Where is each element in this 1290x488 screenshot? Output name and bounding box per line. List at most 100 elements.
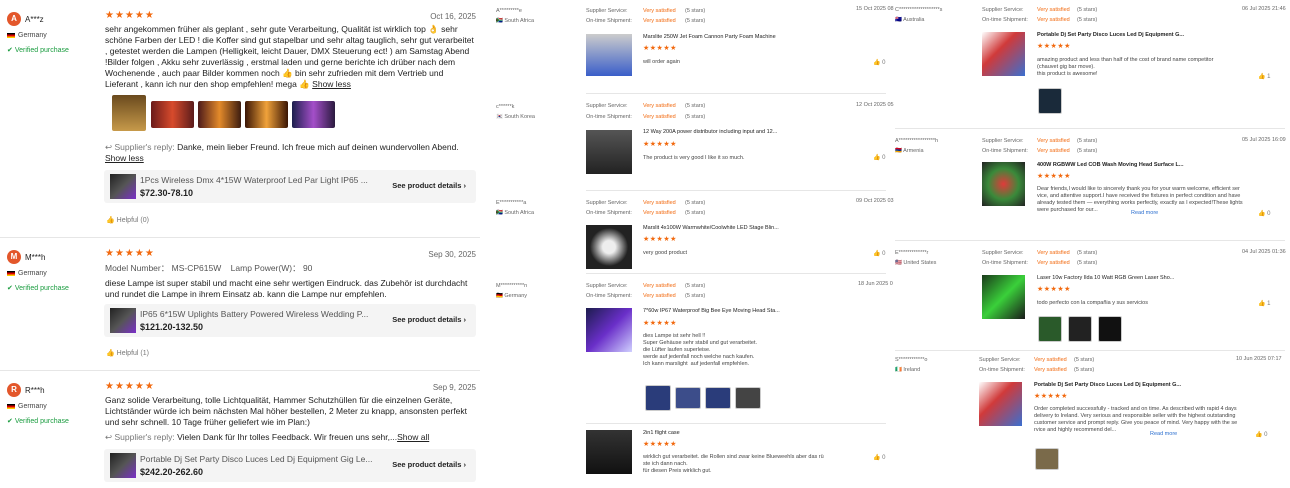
- review-photo[interactable]: [1068, 316, 1092, 342]
- on-time-shipment-label: On-time Shipment:: [586, 210, 632, 216]
- show-less-link[interactable]: Show less: [312, 79, 351, 89]
- review-photo[interactable]: [198, 101, 241, 128]
- helpful-button[interactable]: 👍 Helpful (0): [106, 216, 149, 224]
- review-text: The product is very good I like it so mu…: [643, 155, 745, 161]
- service-rating: Very satisfied: [643, 103, 676, 109]
- see-product-details-link[interactable]: See product details ›: [392, 460, 466, 469]
- rating-stars: ★★★★★: [643, 441, 677, 448]
- review-date: 04 Jul 2025 01:36: [1242, 249, 1286, 255]
- reviewer-country: 🇩🇪 Germany: [496, 293, 528, 299]
- service-rating: Very satisfied: [1034, 357, 1067, 363]
- product-title[interactable]: 2in1 flight case: [643, 430, 680, 436]
- review-text: Order completed successfully - tracked a…: [1034, 406, 1238, 433]
- verified-badge: ✔ Verified purchase: [7, 47, 69, 54]
- like-button[interactable]: 👍 0: [873, 154, 885, 161]
- product-title[interactable]: Portable Dj Set Party Disco Luces Led Dj…: [1034, 382, 1181, 388]
- review-photo[interactable]: [675, 387, 701, 409]
- reviewer-name: E***********a: [496, 200, 527, 206]
- product-image[interactable]: [982, 32, 1025, 76]
- review-text: todo perfecto con la compañia y sus serv…: [1037, 300, 1148, 306]
- product-image[interactable]: [586, 430, 632, 474]
- review-date: 05 Jul 2025 16:09: [1242, 137, 1286, 143]
- germany-flag-icon: [7, 404, 15, 409]
- on-time-shipment-label: On-time Shipment:: [586, 18, 632, 24]
- product-title: 1Pcs Wireless Dmx 4*15W Waterproof Led P…: [140, 175, 368, 185]
- review-photo[interactable]: [1038, 88, 1062, 114]
- product-title[interactable]: Portable Dj Set Party Disco Luces Led Dj…: [1037, 32, 1184, 38]
- review-photo[interactable]: [735, 387, 761, 409]
- read-more-link[interactable]: Read more: [1131, 210, 1158, 216]
- supplier-service-label: Supplier Service:: [586, 200, 628, 206]
- like-button[interactable]: 👍 1: [1258, 300, 1270, 307]
- product-title[interactable]: Marslite 250W Jet Foam Cannon Party Foam…: [643, 34, 776, 40]
- review-photo[interactable]: [1038, 316, 1062, 342]
- product-title[interactable]: 12 Way 200A power distributor including …: [643, 129, 777, 135]
- product-card[interactable]: IP65 6*15W Uplights Battery Powered Wire…: [104, 304, 476, 337]
- product-image[interactable]: [586, 130, 632, 174]
- see-product-details-link[interactable]: See product details ›: [392, 181, 466, 190]
- product-card[interactable]: 1Pcs Wireless Dmx 4*15W Waterproof Led P…: [104, 170, 476, 203]
- review-photo[interactable]: [1035, 448, 1059, 470]
- review-photo[interactable]: [292, 101, 335, 128]
- review-photo[interactable]: [245, 101, 288, 128]
- review-photo[interactable]: [112, 95, 146, 131]
- reply-show-all-link[interactable]: Show all: [397, 432, 429, 442]
- reviewer-country: Germany: [7, 270, 47, 277]
- helpful-button[interactable]: 👍 Helpful (1): [106, 349, 149, 357]
- like-button[interactable]: 👍 0: [873, 454, 885, 461]
- review-date: Sep 9, 2025: [432, 383, 476, 392]
- avatar: M: [7, 250, 21, 264]
- rating-stars: ★★★★★: [1037, 286, 1071, 293]
- like-button[interactable]: 👍 0: [873, 59, 885, 66]
- divider: [586, 93, 886, 94]
- read-more-link[interactable]: Read more: [1150, 431, 1177, 437]
- supplier-service-label: Supplier Service:: [979, 357, 1021, 363]
- review-text: sehr angekommen früher als geplant , seh…: [105, 24, 474, 89]
- product-image[interactable]: [982, 275, 1025, 319]
- like-button[interactable]: 👍 1: [1258, 73, 1270, 80]
- product-title[interactable]: Marslit 4x100W Warmwhite/Coolwhite LED S…: [643, 225, 779, 231]
- review-photo[interactable]: [151, 101, 194, 128]
- rating-stars: ★★★★★: [643, 141, 677, 148]
- review-photo[interactable]: [1098, 316, 1122, 342]
- reply-show-less-link[interactable]: Show less: [105, 153, 144, 163]
- shipment-stars: (5 stars): [1074, 367, 1095, 373]
- like-button[interactable]: 👍 0: [873, 250, 885, 257]
- germany-flag-icon: [7, 33, 15, 38]
- divider: [895, 350, 1285, 351]
- like-button[interactable]: 👍 0: [1255, 431, 1267, 438]
- review-text: Ganz solide Verarbeitung, tolle Lichtqua…: [105, 395, 467, 427]
- reviewer-country: 🇺🇸 United States: [895, 260, 937, 266]
- see-product-details-link[interactable]: See product details ›: [392, 315, 466, 324]
- product-title[interactable]: 400W RGBWW Led COB Wash Moving Head Surf…: [1037, 162, 1183, 168]
- service-stars: (5 stars): [1077, 7, 1098, 13]
- service-rating: Very satisfied: [643, 200, 676, 206]
- review-photo[interactable]: [645, 385, 671, 411]
- product-thumbnail: [110, 453, 136, 478]
- reviewer-country: Germany: [7, 403, 47, 410]
- service-stars: (5 stars): [1074, 357, 1095, 363]
- like-button[interactable]: 👍 0: [1258, 210, 1270, 217]
- product-card[interactable]: Portable Dj Set Party Disco Luces Led Dj…: [104, 449, 476, 482]
- review-text: will order again: [643, 59, 680, 65]
- service-rating: Very satisfied: [1037, 7, 1070, 13]
- product-image[interactable]: [982, 162, 1025, 206]
- reviewer-name: c******k: [496, 104, 515, 110]
- product-image[interactable]: [979, 382, 1022, 426]
- service-rating: Very satisfied: [1037, 250, 1070, 256]
- service-rating: Very satisfied: [643, 283, 676, 289]
- product-image[interactable]: [586, 225, 632, 269]
- product-title[interactable]: Laser 10w Factory Ilda 10 Watt RGB Green…: [1037, 275, 1174, 281]
- review-card: M M***h Germany ✔ Verified purchase ★★★★…: [0, 238, 480, 371]
- shipment-stars: (5 stars): [1077, 260, 1098, 266]
- reviewer-country: 🇿🇦 South Africa: [496, 18, 535, 24]
- shipment-rating: Very satisfied: [643, 114, 676, 120]
- reviewer-country: 🇰🇷 South Korea: [496, 114, 535, 120]
- product-title[interactable]: 7*60w IP67 Waterproof Big Bee Eye Moving…: [643, 308, 780, 314]
- product-image[interactable]: [586, 308, 632, 352]
- reviewer-name: A***z: [25, 15, 44, 24]
- rating-stars: ★★★★★: [643, 320, 677, 327]
- review-photo[interactable]: [705, 387, 731, 409]
- reviewer-country: 🇦🇲 Armenia: [895, 148, 924, 154]
- product-image[interactable]: [586, 34, 632, 76]
